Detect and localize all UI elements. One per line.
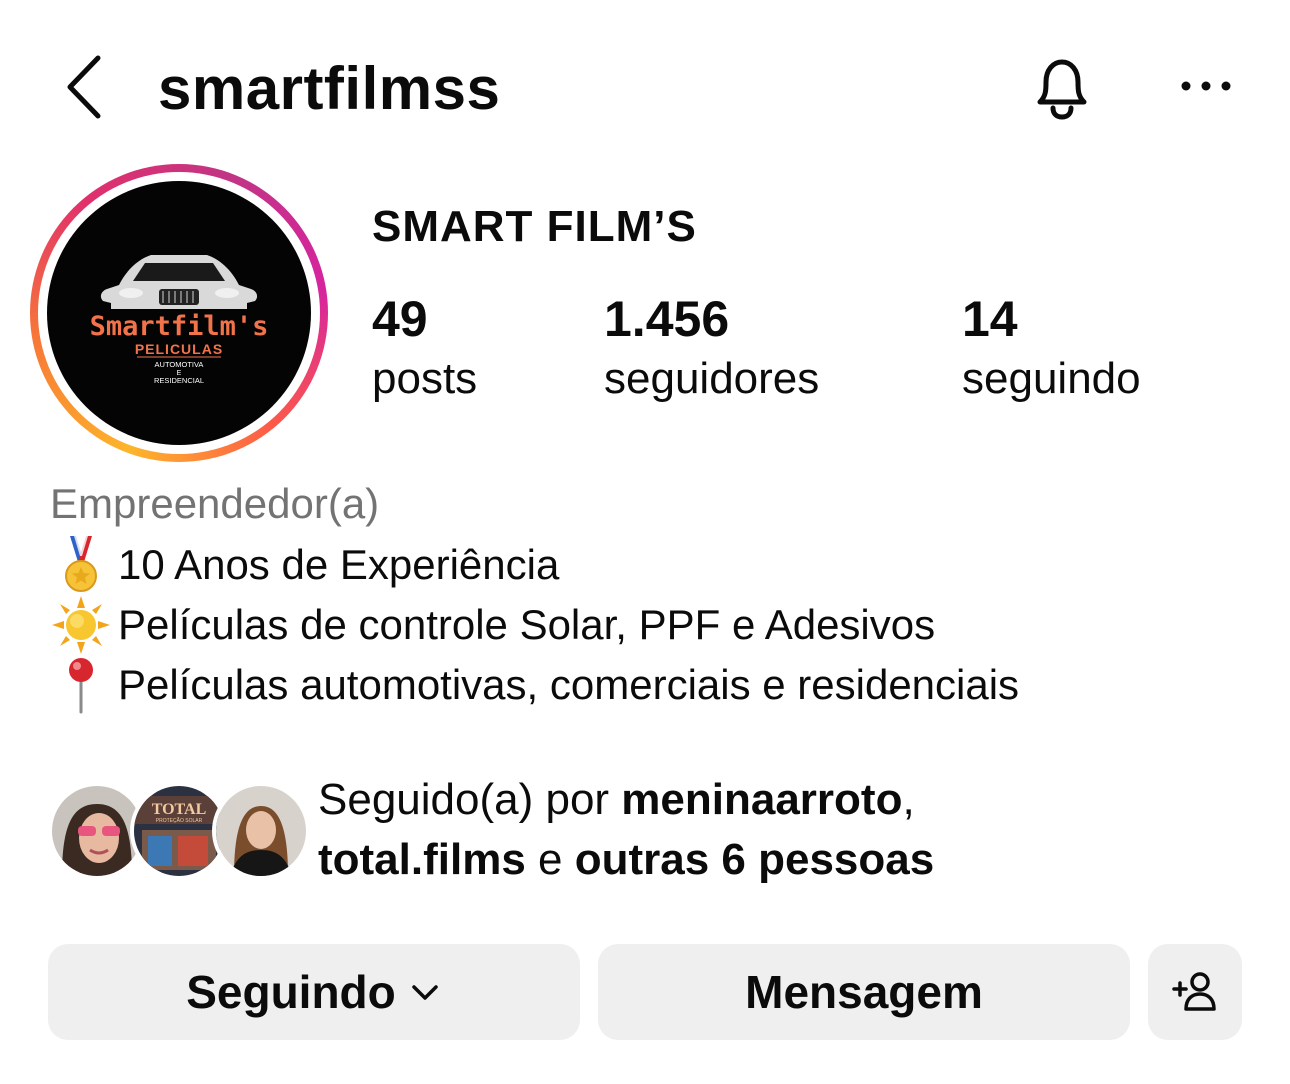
message-button-label: Mensagem <box>745 966 983 1018</box>
mutual-avatar-3 <box>212 782 310 880</box>
sun-icon <box>52 596 110 654</box>
avatar <box>216 786 306 876</box>
following-button[interactable]: Seguindo <box>48 944 580 1040</box>
bio-line-services: Películas automotivas, comerciais e resi… <box>50 654 1019 716</box>
followed-by-joiner: e <box>525 835 575 884</box>
profile-username: smartfilmss <box>158 55 501 122</box>
notifications-button[interactable] <box>1026 52 1098 124</box>
smartfilms-logo: Smartfilm's PELICULAS AUTOMOTIVA E RESID… <box>90 255 269 385</box>
followers-label: seguidores <box>604 354 820 403</box>
profile-avatar-story-ring[interactable]: Smartfilm's PELICULAS AUTOMOTIVA E RESID… <box>30 164 328 462</box>
svg-text:Smartfilm's: Smartfilm's <box>90 311 269 342</box>
mutual-followers-avatars[interactable]: TOTAL PROTEÇÃO SOLAR <box>48 782 310 882</box>
following-label: seguindo <box>962 354 1141 403</box>
bio-line-text: Películas de controle Solar, PPF e Adesi… <box>118 601 936 648</box>
svg-text:PELICULAS: PELICULAS <box>135 341 223 357</box>
stat-followers[interactable]: 1.456 seguidores <box>604 290 819 410</box>
top-bar: smartfilmss <box>0 0 1290 170</box>
bell-icon <box>1037 59 1087 120</box>
following-count: 14 <box>962 291 1018 347</box>
posts-count: 49 <box>372 291 428 347</box>
person-add-icon <box>1172 972 1216 1011</box>
mutual-username-2[interactable]: total.films <box>318 835 526 884</box>
mutual-username-1[interactable]: meninaarroto <box>621 775 902 824</box>
profile-display-name: SMART FILM’S <box>372 202 697 251</box>
posts-label: posts <box>372 354 478 403</box>
followed-by-prefix: Seguido(a) por <box>318 775 622 824</box>
followed-by-text[interactable]: Seguido(a) por meninaarroto, total.films… <box>318 770 934 890</box>
avatar <box>52 786 142 876</box>
avatar: TOTAL PROTEÇÃO SOLAR <box>134 786 224 876</box>
chevron-left-icon <box>67 55 101 119</box>
following-button-label: Seguindo <box>186 966 396 1018</box>
followers-count: 1.456 <box>604 291 730 347</box>
bio-line-text: 10 Anos de Experiência <box>118 541 560 588</box>
bio-line-products: Películas de controle Solar, PPF e Adesi… <box>50 594 935 656</box>
stat-following[interactable]: 14 seguindo <box>962 290 1141 410</box>
profile-avatar: Smartfilm's PELICULAS AUTOMOTIVA E RESID… <box>47 181 311 445</box>
svg-text:TOTAL: TOTAL <box>152 801 207 818</box>
ellipsis-icon <box>1181 81 1231 91</box>
message-button[interactable]: Mensagem <box>598 944 1130 1040</box>
bio-line-experience: 10 Anos de Experiência <box>50 534 559 596</box>
chevron-down-icon <box>412 985 438 1000</box>
back-button[interactable] <box>58 52 110 122</box>
more-options-button[interactable] <box>1176 66 1236 106</box>
medal-icon <box>65 536 97 592</box>
mutual-others[interactable]: outras 6 pessoas <box>575 835 935 884</box>
svg-text:PROTEÇÃO SOLAR: PROTEÇÃO SOLAR <box>156 817 203 824</box>
bio-line-text: Películas automotivas, comerciais e resi… <box>118 661 1020 708</box>
stat-posts[interactable]: 49 posts <box>372 290 477 410</box>
followed-by-comma: , <box>902 775 915 824</box>
svg-text:RESIDENCIAL: RESIDENCIAL <box>154 376 204 385</box>
pushpin-icon <box>69 658 93 714</box>
profile-category: Empreendedor(a) <box>50 480 380 527</box>
svg-text:AUTOMOTIVA: AUTOMOTIVA <box>155 360 204 369</box>
suggested-people-button[interactable] <box>1148 944 1242 1040</box>
